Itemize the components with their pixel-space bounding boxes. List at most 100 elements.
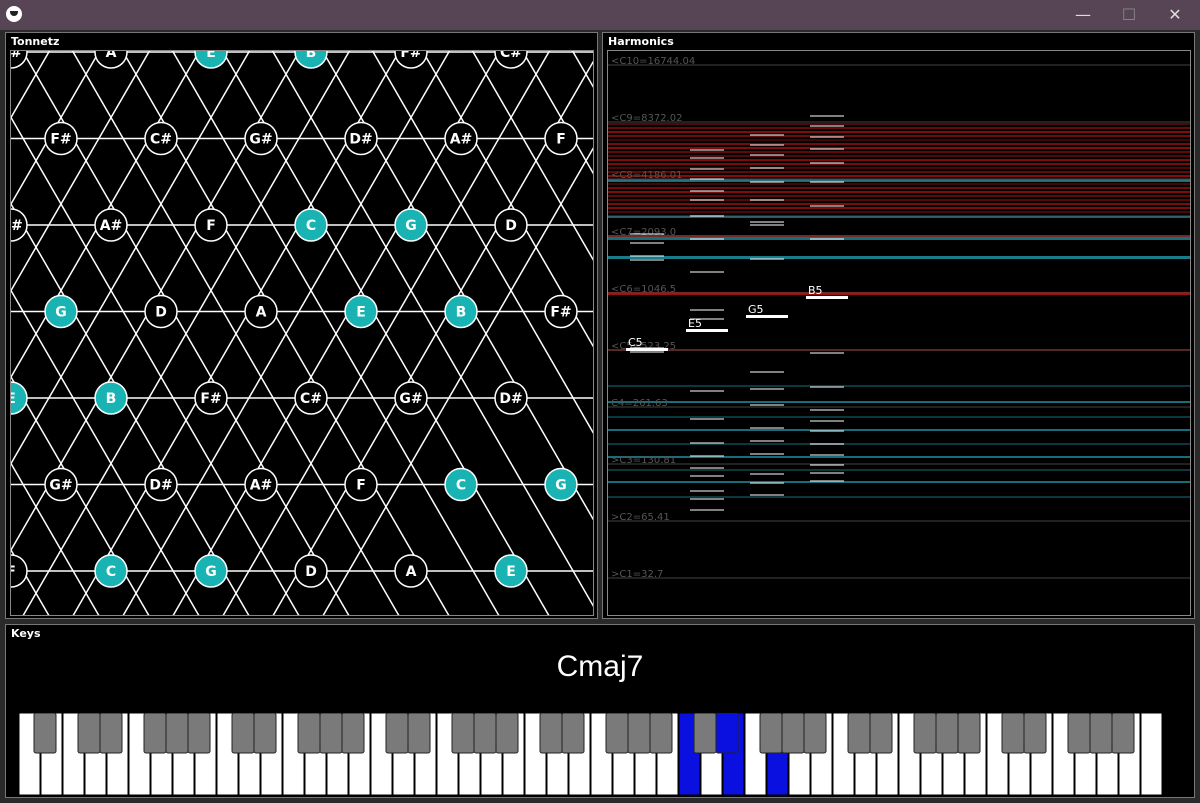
black-key[interactable] [803,713,827,754]
black-key[interactable] [231,713,255,754]
black-key[interactable] [77,713,101,754]
tonnetz-node[interactable]: F# [194,381,228,415]
tonnetz-node[interactable]: E [344,294,378,329]
tonnetz-node[interactable]: C# [11,51,28,69]
black-key[interactable] [187,713,211,754]
black-key[interactable] [605,713,629,754]
tonnetz-node[interactable]: B [294,51,328,69]
black-key[interactable] [957,713,981,754]
tonnetz-node[interactable]: A# [94,208,128,242]
black-keys [33,713,1135,754]
tonnetz-node[interactable]: G [394,208,428,242]
tonnetz-node[interactable]: D [294,554,328,588]
black-key[interactable] [1111,713,1135,754]
tonnetz-node[interactable]: D# [144,467,178,502]
tonnetz-node[interactable]: D# [494,381,528,415]
tonnetz-node[interactable]: G# [44,467,78,502]
black-key[interactable] [913,713,937,754]
black-key[interactable] [1023,713,1047,754]
black-key[interactable] [715,713,739,754]
black-key[interactable] [1067,713,1091,754]
maximize-button[interactable]: ☐ [1106,0,1152,30]
app-icon [6,6,22,22]
black-key[interactable] [649,713,673,754]
tonnetz-node[interactable]: F [344,467,378,502]
tonnetz-node[interactable]: F# [544,294,578,329]
tonnetz-node[interactable]: G# [394,381,428,415]
black-key[interactable] [759,713,783,754]
tonnetz-node-label: F [206,218,216,234]
tonnetz-node[interactable]: C [444,467,478,502]
tonnetz-node[interactable]: D# [344,121,378,156]
tonnetz-node[interactable]: G# [244,121,278,156]
tonnetz-node[interactable]: C [294,208,328,242]
tonnetz-node[interactable]: F# [394,51,428,69]
tonnetz-node[interactable]: E [11,381,28,415]
tonnetz-node[interactable]: F [194,208,228,242]
tonnetz-node[interactable]: A [94,51,128,69]
minimize-button[interactable]: — [1060,0,1106,30]
tonnetz-node[interactable]: D# [11,208,28,242]
black-key[interactable] [99,713,123,754]
black-key[interactable] [385,713,409,754]
black-key[interactable] [319,713,343,754]
note-marker: B5 [806,284,848,299]
keys-panel: Keys Cmaj7 [5,624,1195,798]
note-label: E5 [688,317,702,330]
octave-label: <C10=16744.04 [611,56,695,67]
tonnetz-node[interactable]: C# [294,381,328,415]
tonnetz-node[interactable]: C [94,554,128,588]
black-key[interactable] [1001,713,1025,754]
black-key[interactable] [253,713,277,754]
tonnetz-node-label: A# [250,478,273,494]
black-key[interactable] [495,713,519,754]
tonnetz-node-label: A [106,51,117,61]
black-key[interactable] [693,713,717,754]
tonnetz-node[interactable]: D [144,294,178,329]
tonnetz-node[interactable]: E [494,554,528,588]
black-key[interactable] [143,713,167,754]
tonnetz-node[interactable]: C# [144,121,178,156]
black-key[interactable] [627,713,651,754]
tonnetz-node-label: F [11,564,16,580]
tonnetz-node[interactable]: G [44,294,78,329]
black-key[interactable] [781,713,805,754]
close-button[interactable]: ✕ [1152,0,1198,30]
tonnetz-node[interactable]: A [394,554,428,588]
octave-label: <C9=8372.02 [611,113,682,124]
tonnetz-node[interactable]: G [194,554,228,588]
tonnetz-node-label: G# [399,391,422,407]
tonnetz-node[interactable]: G [544,467,578,502]
black-key[interactable] [561,713,585,754]
harmonics-canvas: <C10=16744.04 <C9=8372.02 <C8=4186.01 <C7=2… [607,50,1191,616]
tonnetz-node[interactable]: A# [444,121,478,156]
black-key[interactable] [869,713,893,754]
black-key[interactable] [539,713,563,754]
white-key[interactable] [1140,713,1163,795]
black-key[interactable] [165,713,189,754]
tonnetz-node-label: G# [249,132,272,148]
tonnetz-node[interactable]: B [94,381,128,415]
tonnetz-node[interactable]: F [544,121,578,156]
black-key[interactable] [473,713,497,754]
tonnetz-node[interactable]: F# [44,121,78,156]
tonnetz-graph[interactable]: C# A E B F# C# F# C# G# D# A# F D# A# F C G D G D A E B F# E B F# C… [11,51,594,616]
tonnetz-node[interactable]: D [494,208,528,242]
tonnetz-node[interactable]: C# [494,51,528,69]
tonnetz-node[interactable]: E [194,51,228,69]
tonnetz-node[interactable]: B [444,294,478,329]
tonnetz-node[interactable]: A [244,294,278,329]
black-key[interactable] [407,713,431,754]
chord-name: Cmaj7 [556,650,644,683]
black-key[interactable] [1089,713,1113,754]
piano-keyboard[interactable] [19,713,1169,795]
tonnetz-node[interactable]: F [11,554,28,588]
black-key[interactable] [297,713,321,754]
black-key[interactable] [341,713,365,754]
tonnetz-node[interactable]: A# [244,467,278,502]
black-key[interactable] [847,713,871,754]
black-key[interactable] [33,713,57,754]
black-key[interactable] [451,713,475,754]
black-key[interactable] [935,713,959,754]
tonnetz-canvas[interactable]: C# A E B F# C# F# C# G# D# A# F D# A# F C G D G D A E B F# E B F# C… [10,50,594,616]
